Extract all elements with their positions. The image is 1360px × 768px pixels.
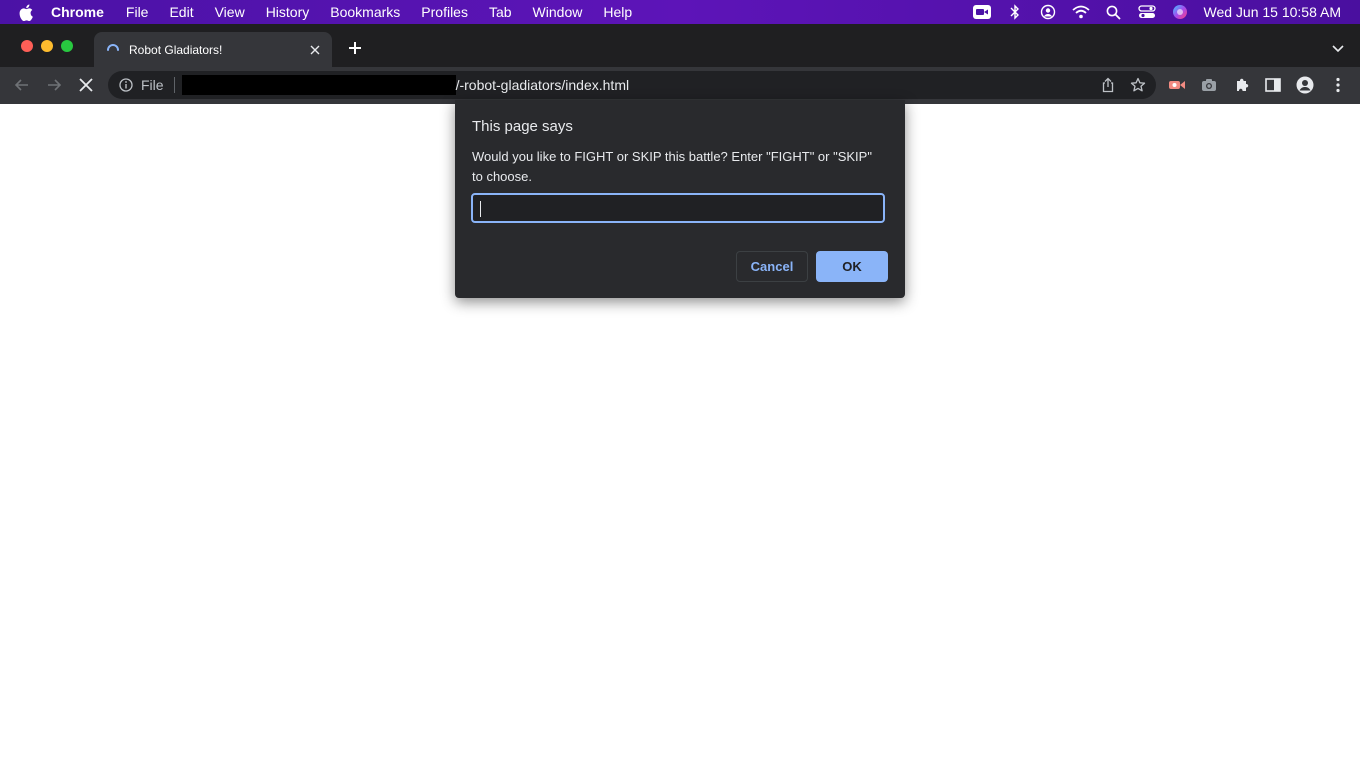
window-maximize-button[interactable] <box>61 40 73 52</box>
menu-view[interactable]: View <box>215 4 245 20</box>
stop-loading-icon[interactable] <box>76 75 96 95</box>
menu-tab[interactable]: Tab <box>489 4 512 20</box>
menu-app-name[interactable]: Chrome <box>51 4 104 20</box>
text-cursor <box>480 201 481 217</box>
tab-robot-gladiators[interactable]: Robot Gladiators! <box>94 32 332 67</box>
ok-button[interactable]: OK <box>816 251 888 282</box>
menu-history[interactable]: History <box>266 4 310 20</box>
bluetooth-icon[interactable] <box>1006 4 1024 20</box>
search-icon[interactable] <box>1105 4 1123 20</box>
address-url-text[interactable]: /-robot-gladiators/index.html <box>456 77 630 93</box>
tab-search-chevron-icon[interactable] <box>1330 40 1346 56</box>
user-circle-icon[interactable] <box>1039 4 1057 20</box>
dialog-message: Would you like to FIGHT or SKIP this bat… <box>472 149 872 184</box>
menu-bookmarks[interactable]: Bookmarks <box>330 4 400 20</box>
loading-spinner-icon <box>106 43 120 57</box>
share-icon[interactable] <box>1100 77 1116 93</box>
dialog-title: This page says <box>472 118 573 135</box>
camera-extension-icon[interactable] <box>1200 76 1218 94</box>
wifi-icon[interactable] <box>1071 4 1090 20</box>
address-scheme-label: File <box>141 77 164 93</box>
address-separator <box>173 77 175 93</box>
prompt-dialog: This page says Would you like to FIGHT o… <box>455 100 905 298</box>
prompt-input[interactable] <box>471 193 885 223</box>
redacted-url-segment <box>181 75 456 95</box>
cancel-button[interactable]: Cancel <box>736 251 808 282</box>
side-panel-icon[interactable] <box>1264 76 1282 94</box>
tab-strip: Robot Gladiators! <box>0 24 1360 67</box>
window-minimize-button[interactable] <box>41 40 53 52</box>
menu-profiles[interactable]: Profiles <box>421 4 468 20</box>
window-close-button[interactable] <box>21 40 33 52</box>
tab-close-icon[interactable] <box>307 42 323 58</box>
bookmark-star-icon[interactable] <box>1130 77 1146 93</box>
more-menu-icon[interactable] <box>1329 76 1347 94</box>
new-tab-plus-icon[interactable] <box>345 38 365 58</box>
screen-recorder-extension-icon[interactable] <box>1168 76 1186 94</box>
menu-window[interactable]: Window <box>533 4 583 20</box>
profile-avatar-icon[interactable] <box>1296 76 1314 94</box>
tab-title: Robot Gladiators! <box>129 42 223 57</box>
menu-file[interactable]: File <box>126 4 149 20</box>
forward-arrow-icon[interactable] <box>44 75 64 95</box>
menu-clock[interactable]: Wed Jun 15 10:58 AM <box>1204 4 1342 20</box>
menu-edit[interactable]: Edit <box>169 4 193 20</box>
apple-icon[interactable] <box>19 4 33 21</box>
video-icon[interactable] <box>972 4 991 20</box>
siri-icon[interactable] <box>1171 4 1189 20</box>
menu-help[interactable]: Help <box>603 4 632 20</box>
site-info-icon[interactable] <box>119 78 133 92</box>
control-center-icon[interactable] <box>1137 4 1156 20</box>
macos-menu-bar: Chrome File Edit View History Bookmarks … <box>0 0 1360 24</box>
back-arrow-icon[interactable] <box>12 75 32 95</box>
address-bar[interactable]: File /-robot-gladiators/index.html <box>108 71 1156 99</box>
puzzle-extensions-icon[interactable] <box>1233 76 1251 94</box>
